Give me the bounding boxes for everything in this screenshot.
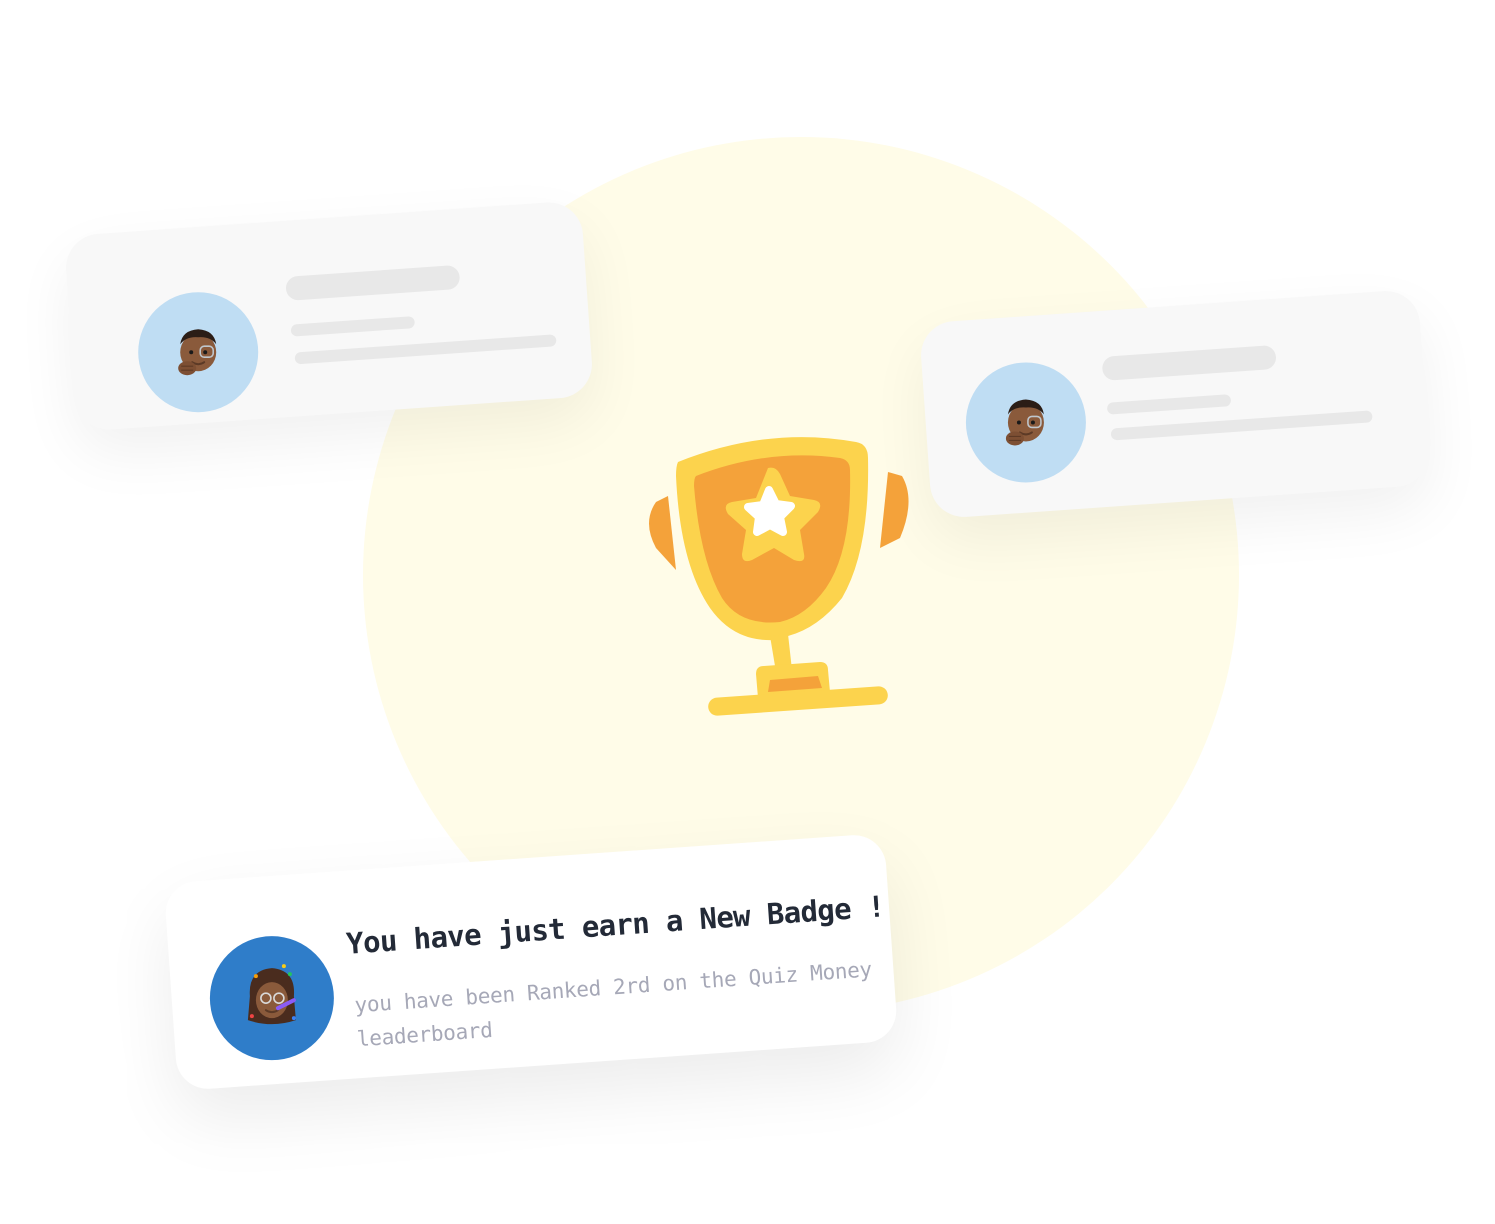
body-placeholder: [294, 334, 557, 365]
new-badge-notification-card[interactable]: You have just earn a New Badge ! you hav…: [163, 833, 899, 1091]
title-placeholder: [1101, 344, 1277, 381]
body-placeholder: [1110, 410, 1373, 441]
subtitle-placeholder: [1106, 394, 1232, 415]
subtitle-placeholder: [290, 316, 416, 337]
notification-title: You have just earn a New Badge !: [345, 889, 886, 961]
memoji-woman-party-icon: [209, 936, 334, 1061]
notification-card-placeholder-right[interactable]: [918, 288, 1432, 520]
notification-card-placeholder-left[interactable]: [63, 200, 595, 432]
trophy-star-icon: [630, 430, 920, 730]
title-placeholder: [285, 264, 461, 301]
notification-body: you have been Ranked 2rd on the Quiz Mon…: [353, 957, 873, 1052]
memoji-man-icon: [138, 292, 259, 413]
memoji-man-icon: [965, 362, 1086, 483]
